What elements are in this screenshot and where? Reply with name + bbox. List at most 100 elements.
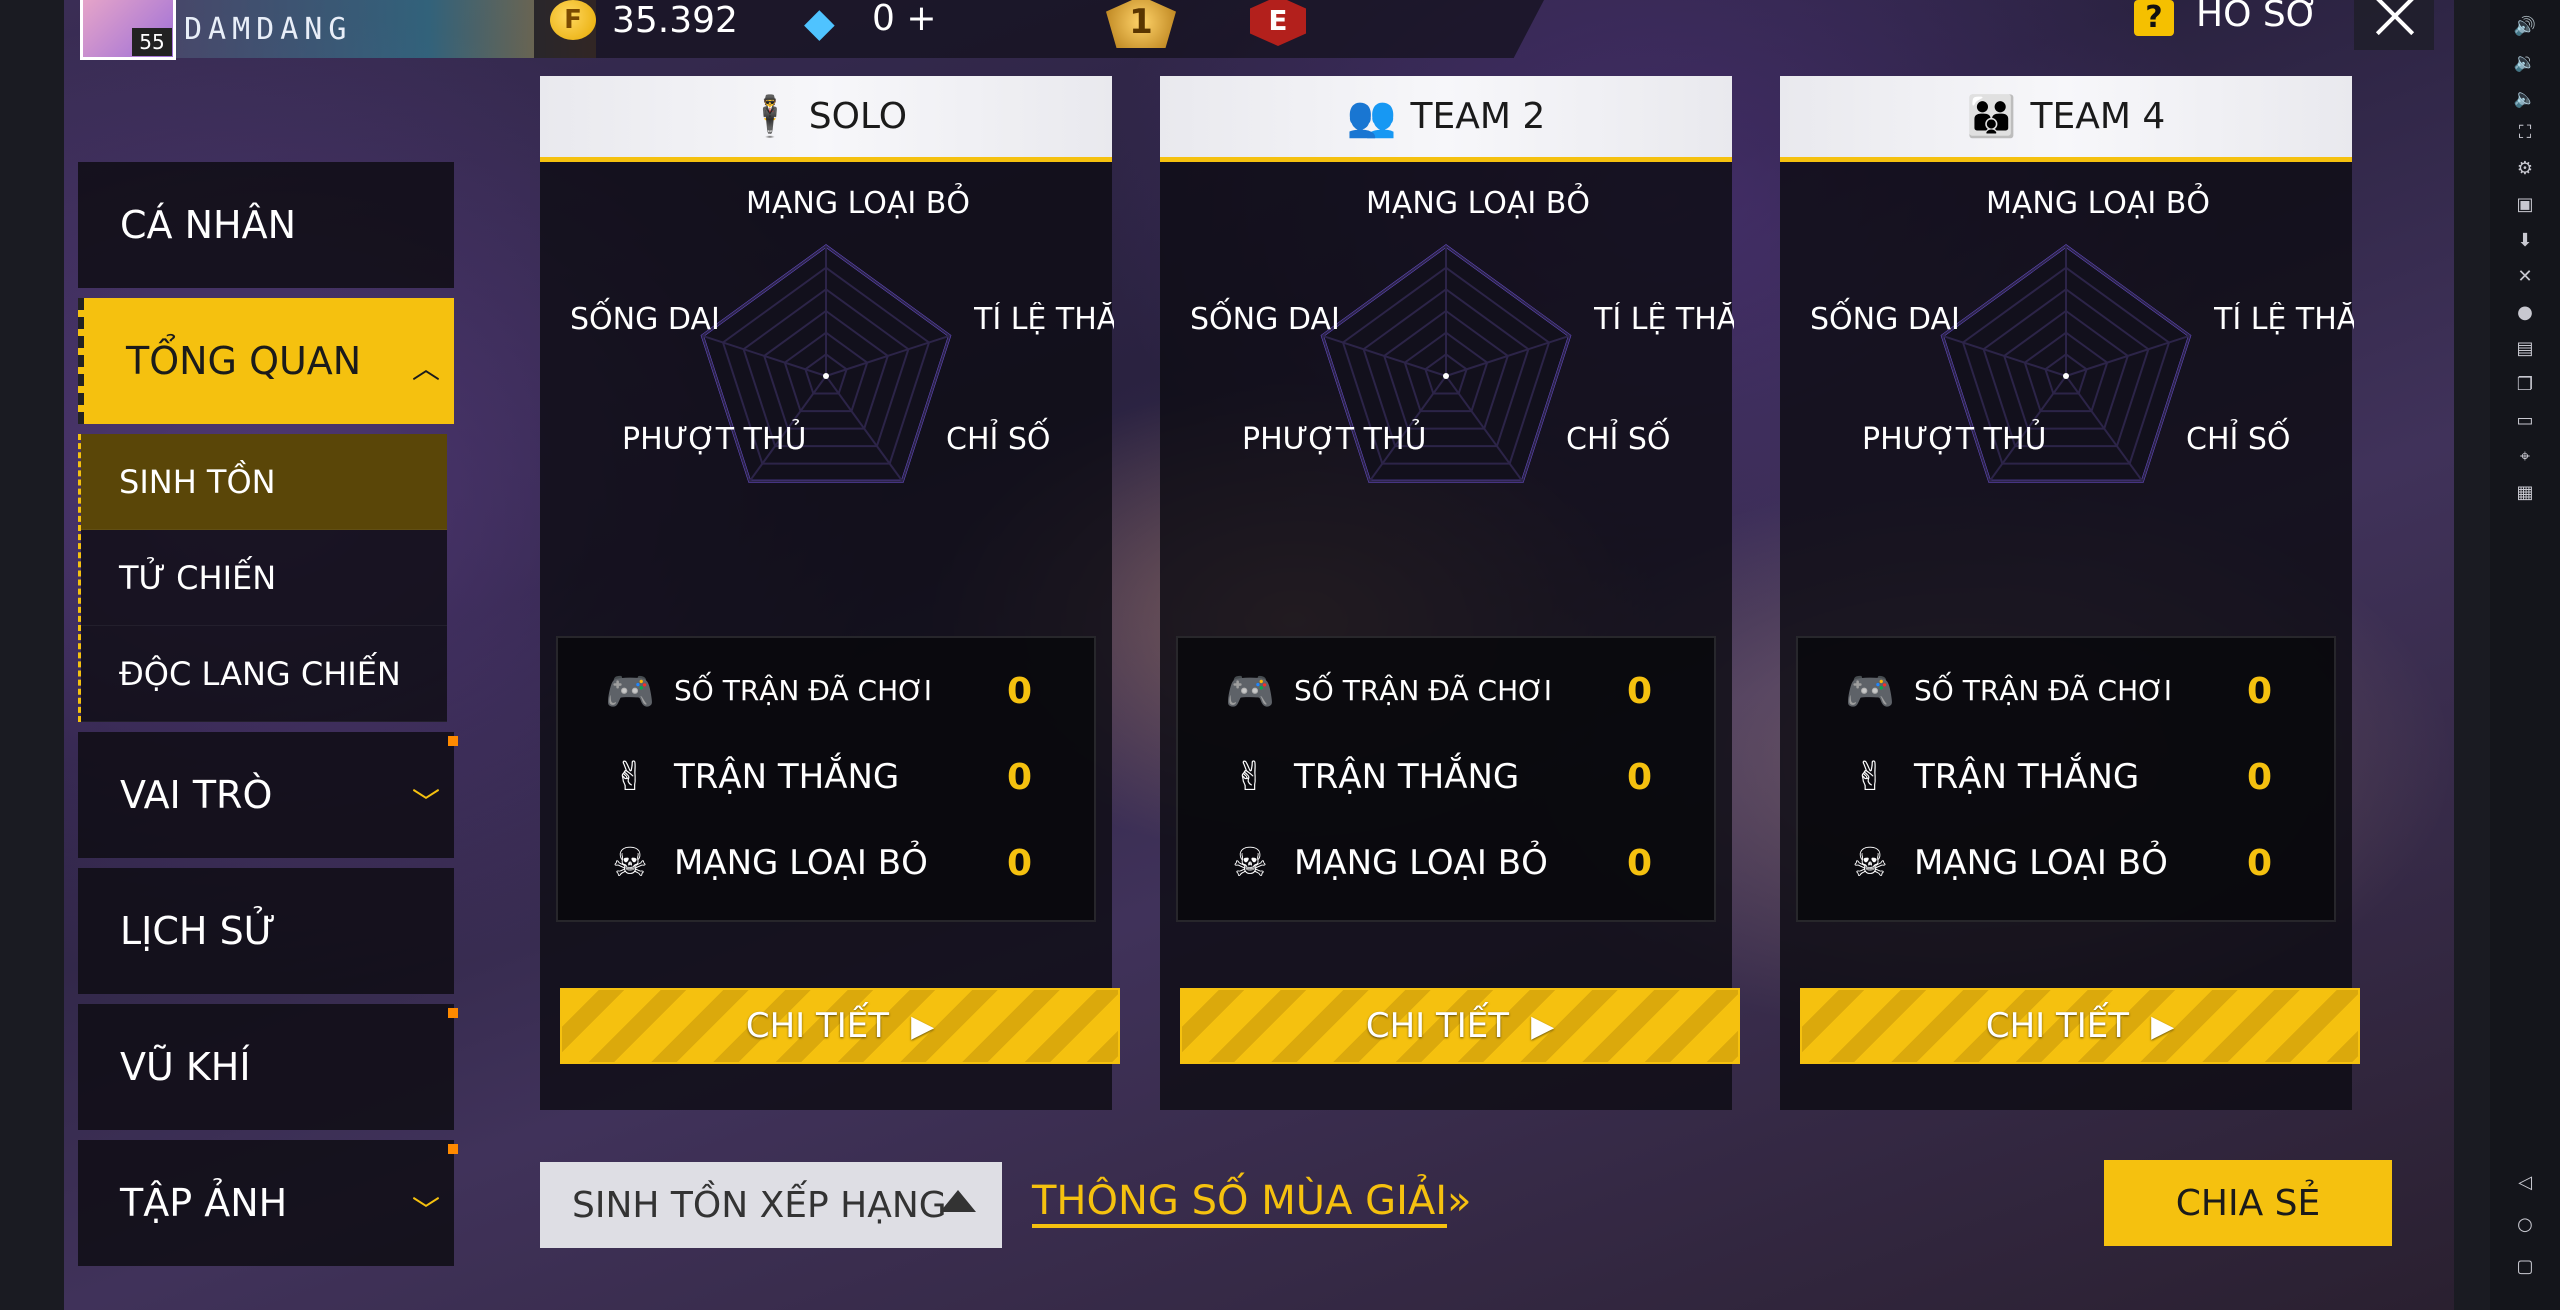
play-arrow-icon: ▶ [911,1008,935,1044]
stat-label: SỐ TRẬN ĐÃ CHƠI [674,674,932,707]
volume-up-icon[interactable]: 🔊 [2512,14,2538,40]
mode-card-header: 👥 TEAM 2 [1160,76,1732,162]
gamepad-icon: 🎮 [1845,668,1895,715]
radar-label-right: TỈ LỆ THẮNG [2214,302,2354,337]
stat-value: 0 [1626,842,1652,884]
radar-label-left: SỐNG DAI [1810,302,1960,337]
shake-icon[interactable]: ✕ [2512,264,2538,290]
multi-instance-icon[interactable]: ▣ [2512,192,2538,218]
mode-select-value: SINH TỒN XẾP HẠNG [572,1184,947,1226]
rank-badge[interactable]: 1 [1106,0,1176,48]
radar-label-top: MẠNG LOẠI BỎ [1366,186,1590,221]
mode-title: TEAM 2 [1410,96,1546,137]
help-icon[interactable]: ? [2134,0,2174,36]
subnav-item-lone-wolf[interactable]: ĐỘC LANG CHIẾN [81,626,447,722]
radar-label-bottom-right: CHỈ SỐ [946,422,1051,457]
play-arrow-icon: ▶ [2151,1008,2175,1044]
nav-item-label: TẬP ẢNH [120,1181,288,1225]
dropdown-arrow-icon [940,1190,976,1212]
season-stats-link[interactable]: THÔNG SỐ MÙA GIẢI» [1032,1178,1472,1228]
stat-label: SỐ TRẬN ĐÃ CHƠI [1914,674,2172,707]
season-stats-label: THÔNG SỐ MÙA GIẢI [1032,1178,1448,1228]
mode-card-team-2: 👥 TEAM 2 MẠNG LOẠI BỎ TỈ LỆ THẮNG SỐNG D… [1160,76,1740,1110]
left-nav: CÁ NHÂN TỔNG QUAN ︿ SINH TỒN TỬ CHIẾN ĐỘ… [78,162,468,1276]
stat-row: ☠ MẠNG LOẠI BỎ 0 [1178,828,1714,898]
stat-row: ✌ TRẬN THẮNG 0 [1178,742,1714,812]
play-arrow-icon: ▶ [1531,1008,1555,1044]
install-apk-icon[interactable]: ⬇ [2512,228,2538,254]
detail-button[interactable]: CHI TIẾT ▶ [1800,988,2360,1064]
gamepad-icon: 🎮 [605,668,655,715]
settings-icon[interactable]: ⚙ [2512,156,2538,182]
diamond-value[interactable]: 0 + [872,0,937,39]
stat-label: MẠNG LOẠI BỎ [1914,843,2168,883]
stat-value: 0 [1006,670,1032,712]
stat-label: MẠNG LOẠI BỎ [1294,843,1548,883]
nav-item-label: CÁ NHÂN [120,203,297,247]
detail-button-label: CHI TIẾT [1985,1006,2130,1046]
nav-item-weapons[interactable]: VŨ KHÍ [78,1004,458,1130]
detail-button-label: CHI TIẾT [745,1006,890,1046]
victory-icon: ✌ [1233,754,1267,800]
radar-label-bottom-left: PHƯỢT THỦ [622,422,807,457]
radar-label-right: TỈ LỆ THẮNG [1594,302,1734,337]
stat-label: TRẬN THẮNG [1914,757,2140,797]
detail-button[interactable]: CHI TIẾT ▶ [560,988,1120,1064]
screenshot-icon[interactable]: ⛶ [2512,120,2538,146]
notification-dot [448,1144,458,1154]
player-name: DAMDANG [184,12,353,47]
chevron-up-icon: ︿ [411,352,440,385]
mode-select-dropdown[interactable]: SINH TỒN XẾP HẠNG [540,1162,1002,1248]
skull-icon: ☠ [1232,840,1268,886]
gold-coin-icon: F [550,0,596,40]
nav-item-history[interactable]: LỊCH SỬ [78,868,454,994]
nav-item-album[interactable]: TẬP ẢNH ﹀ [78,1140,458,1266]
coin-value: 35.392 [612,0,738,41]
copy-icon[interactable]: ❐ [2512,372,2538,398]
victory-icon: ✌ [1853,754,1887,800]
radar-svg [700,244,952,483]
folder-icon[interactable]: ▭ [2512,408,2538,434]
stat-value: 0 [2246,670,2272,712]
subnav-item-label: ĐỘC LANG CHIẾN [119,654,401,693]
stat-value: 0 [2246,842,2272,884]
volume-down-icon[interactable]: 🔉 [2512,50,2538,76]
record-icon[interactable]: ● [2512,300,2538,326]
subnav-item-survival[interactable]: SINH TỒN [81,434,447,530]
back-icon[interactable]: ◁ [2512,1170,2538,1196]
level-badge: 55 [132,28,172,56]
recents-icon[interactable]: ▢ [2512,1254,2538,1280]
close-button[interactable] [2354,0,2434,50]
subnav-item-label: TỬ CHIẾN [119,558,277,597]
media-icon[interactable]: ▦ [2512,480,2538,506]
keymap-icon[interactable]: ▤ [2512,336,2538,362]
radar-label-bottom-right: CHỈ SỐ [1566,422,1671,457]
game-viewport: 55 DAMDANG F 35.392 ◆ 0 + 1 E ? HỒ SƠ CÁ… [64,0,2454,1310]
share-button[interactable]: CHIA SẺ [2104,1160,2392,1246]
stat-label: MẠNG LOẠI BỎ [674,843,928,883]
top-bar: 55 DAMDANG F 35.392 ◆ 0 + 1 E ? HỒ SƠ [64,0,2454,60]
subnav-item-label: SINH TỒN [119,462,276,501]
stat-value: 0 [1006,842,1032,884]
nav-item-personal[interactable]: CÁ NHÂN [78,162,454,288]
location-icon[interactable]: ⌖ [2512,444,2538,470]
detail-button[interactable]: CHI TIẾT ▶ [1180,988,1740,1064]
radar-chart: MẠNG LOẠI BỎ TỈ LỆ THẮNG SỐNG DAI PHƯỢT … [1160,186,1734,556]
radar-center [1443,373,1449,379]
subnav-item-clash-squad[interactable]: TỬ CHIẾN [81,530,447,626]
home-icon[interactable]: ○ [2512,1212,2538,1238]
radar-chart: MẠNG LOẠI BỎ TỈ LỆ THẮNG SỐNG DAI PHƯỢT … [540,186,1114,556]
mode-card-header: 👪 TEAM 4 [1780,76,2352,162]
stats-panel: 🎮 SỐ TRẬN ĐÃ CHƠI 0 ✌ TRẬN THẮNG 0 ☠ MẠN… [556,636,1096,922]
radar-label-left: SỐNG DAI [570,302,720,337]
nav-item-label: VŨ KHÍ [120,1045,251,1089]
emulator-sidebar: 🔊 🔉 🔈 ⛶ ⚙ ▣ ⬇ ✕ ● ▤ ❐ ▭ ⌖ ▦ ◁ ○ ▢ [2490,0,2560,1310]
nav-item-roles[interactable]: VAI TRÒ ﹀ [78,732,458,858]
nav-item-overview[interactable]: TỔNG QUAN ︿ [78,298,454,424]
volume-mute-icon[interactable]: 🔈 [2512,86,2538,112]
page-title: HỒ SƠ [2196,0,2319,35]
nav-item-label: VAI TRÒ [120,773,273,817]
mode-title: SOLO [808,96,908,137]
radar-label-top: MẠNG LOẠI BỎ [1986,186,2210,221]
overview-subnav: SINH TỒN TỬ CHIẾN ĐỘC LANG CHIẾN [78,434,468,722]
